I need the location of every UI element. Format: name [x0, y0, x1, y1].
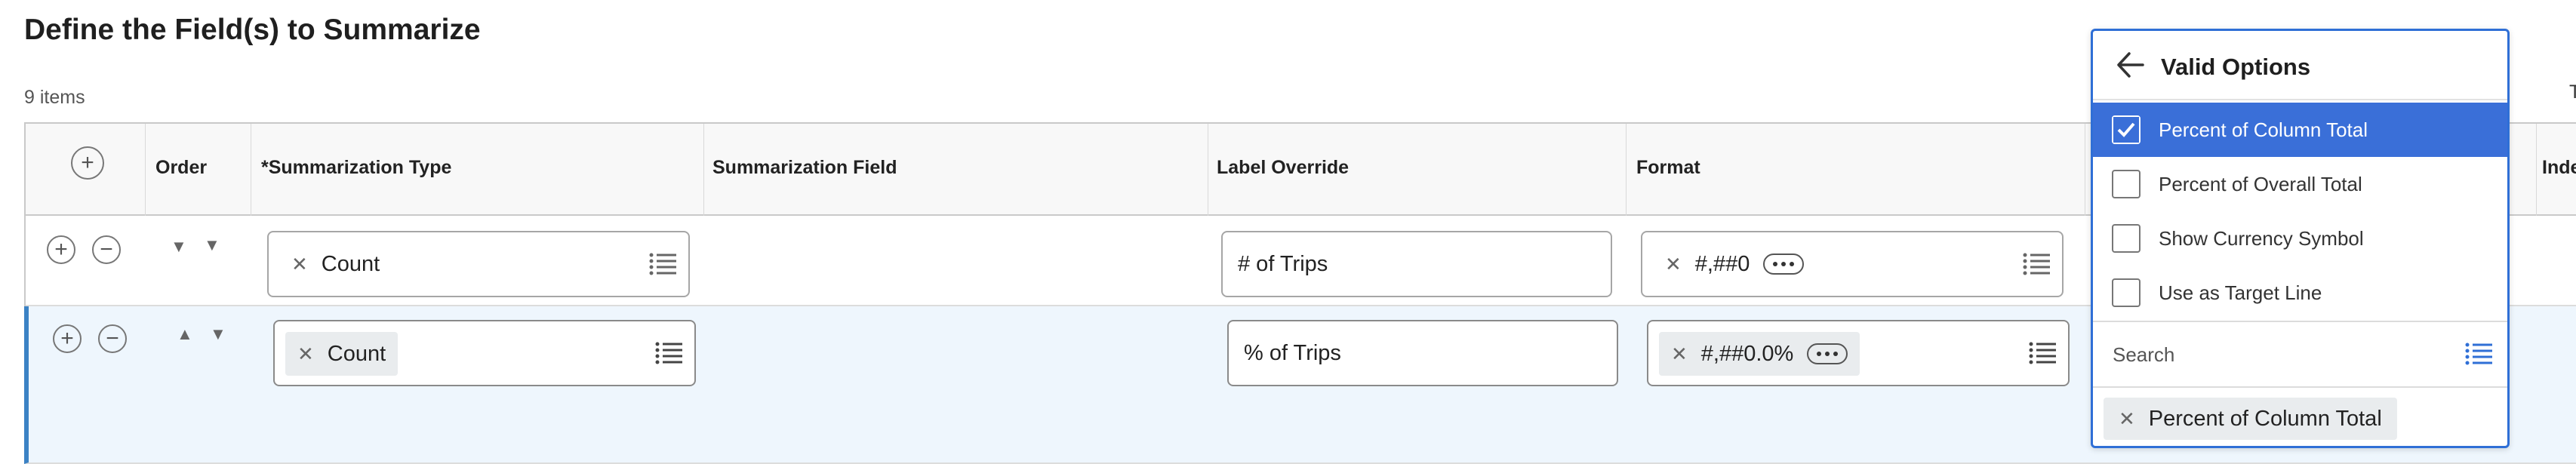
remove-value-icon[interactable]: ✕: [2119, 407, 2135, 431]
prompt-list-icon[interactable]: [2464, 339, 2494, 369]
checkbox[interactable]: [2112, 170, 2141, 198]
option-label: Percent of Overall Total: [2159, 172, 2362, 195]
remove-value-icon[interactable]: ✕: [291, 253, 308, 276]
popup-title: Valid Options: [2161, 54, 2311, 80]
move-up-icon[interactable]: ▲: [177, 324, 193, 344]
popup-search: [2093, 321, 2507, 388]
prompt-list-icon[interactable]: [2021, 249, 2051, 279]
checkbox[interactable]: [2112, 278, 2141, 307]
add-row-button[interactable]: +: [47, 235, 75, 264]
prompt-list-icon[interactable]: [654, 338, 684, 368]
checkmark-icon: [2113, 117, 2139, 143]
checkbox-checked[interactable]: [2112, 115, 2141, 144]
format-value: ✕ #,##0: [1665, 232, 1805, 296]
label-override-input[interactable]: # of Trips: [1221, 231, 1612, 297]
selected-value-pill: ✕ Count: [285, 332, 399, 376]
page-title: Define the Field(s) to Summarize: [24, 14, 481, 46]
add-row-button[interactable]: +: [53, 324, 82, 353]
remove-value-icon[interactable]: ✕: [1665, 253, 1682, 276]
item-count: 9 items: [24, 87, 85, 108]
header-order[interactable]: Order: [155, 157, 207, 179]
move-down-icon[interactable]: ▼: [204, 235, 220, 255]
label-override-value: # of Trips: [1238, 251, 1328, 276]
option-label: Show Currency Symbol: [2159, 226, 2364, 250]
option-percent-of-overall-total[interactable]: Percent of Overall Total: [2093, 157, 2507, 211]
popup-header: Valid Options: [2093, 31, 2507, 100]
header-label-override[interactable]: Label Override: [1217, 157, 1349, 179]
more-options-icon[interactable]: [1807, 343, 1848, 364]
header-summarization-field[interactable]: Summarization Field: [712, 157, 897, 179]
more-options-icon[interactable]: [1763, 254, 1805, 275]
search-input[interactable]: [2111, 339, 2431, 370]
add-row-header-button[interactable]: +: [71, 146, 104, 180]
option-label: Percent of Column Total: [2159, 118, 2368, 141]
selected-option-label: Percent of Column Total: [2148, 406, 2382, 431]
format-field[interactable]: ✕ #,##0.0%: [1647, 320, 2070, 386]
option-percent-of-column-total[interactable]: Percent of Column Total: [2093, 103, 2507, 157]
remove-row-button[interactable]: −: [92, 235, 121, 264]
remove-value-icon[interactable]: ✕: [297, 343, 314, 366]
label-override-input[interactable]: % of Trips: [1227, 320, 1618, 386]
valid-options-popup: Valid Options Percent of Column Total Pe…: [2091, 29, 2510, 448]
header-index[interactable]: Inde: [2542, 157, 2576, 179]
prompt-list-icon[interactable]: [2027, 338, 2057, 368]
option-show-currency-symbol[interactable]: Show Currency Symbol: [2093, 211, 2507, 266]
selected-option-pill: ✕ Percent of Column Total: [2104, 398, 2397, 440]
summarization-type-field[interactable]: ✕ Count: [267, 231, 690, 297]
remove-value-icon[interactable]: ✕: [1671, 343, 1688, 366]
header-summarization-type[interactable]: *Summarization Type: [261, 157, 451, 179]
option-label: Use as Target Line: [2159, 281, 2322, 304]
remove-row-button[interactable]: −: [98, 324, 127, 353]
label-override-value: % of Trips: [1244, 340, 1341, 365]
truncated-text: T: [2569, 81, 2576, 103]
back-arrow-icon[interactable]: [2113, 48, 2147, 82]
move-down-icon[interactable]: ▼: [210, 324, 226, 344]
summarization-type-value: ✕ Count: [291, 251, 380, 276]
header-format[interactable]: Format: [1636, 157, 1700, 179]
prompt-list-icon[interactable]: [648, 249, 678, 279]
move-to-bottom-icon[interactable]: ▼: [171, 237, 187, 257]
selected-value-pill: ✕ #,##0.0%: [1659, 332, 1860, 376]
summarization-type-field[interactable]: ✕ Count: [273, 320, 696, 386]
format-field[interactable]: ✕ #,##0: [1641, 231, 2064, 297]
option-use-as-target-line[interactable]: Use as Target Line: [2093, 266, 2507, 320]
checkbox[interactable]: [2112, 224, 2141, 253]
